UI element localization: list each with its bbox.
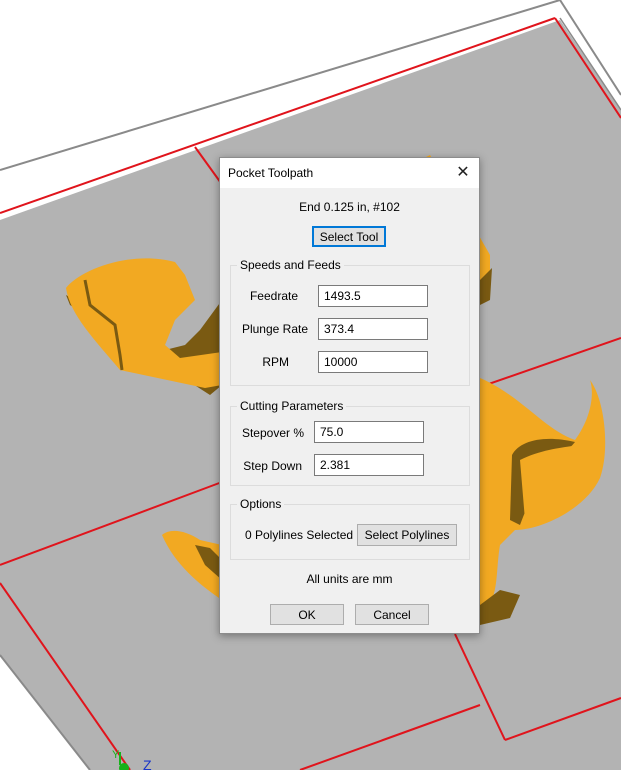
cancel-button[interactable]: Cancel xyxy=(355,604,429,625)
axis-y-label: Y xyxy=(112,749,120,761)
options-legend: Options xyxy=(237,497,285,511)
dialog-title: Pocket Toolpath xyxy=(228,166,314,180)
plunge-rate-label: Plunge Rate xyxy=(241,322,308,336)
dialog-titlebar: Pocket Toolpath ✕ xyxy=(220,158,479,188)
pocket-toolpath-dialog: Pocket Toolpath ✕ End 0.125 in, #102 Sel… xyxy=(219,157,480,634)
plunge-rate-field[interactable] xyxy=(318,318,428,340)
feedrate-field[interactable] xyxy=(318,285,428,307)
stepover-field[interactable] xyxy=(314,421,424,443)
step-down-label: Step Down xyxy=(243,459,302,473)
cutting-parameters-legend: Cutting Parameters xyxy=(237,399,347,413)
tool-description: End 0.125 in, #102 xyxy=(299,200,400,214)
axis-z-label: Z xyxy=(143,757,152,770)
options-group: Options 0 Polylines Selected Select Poly… xyxy=(230,497,470,560)
polylines-selected-text: 0 Polylines Selected xyxy=(245,528,354,542)
stepover-label: Stepover % xyxy=(241,426,304,440)
close-icon[interactable]: ✕ xyxy=(453,163,473,183)
rpm-field[interactable] xyxy=(318,351,428,373)
step-down-field[interactable] xyxy=(314,454,424,476)
feedrate-label: Feedrate xyxy=(249,289,298,303)
ok-button[interactable]: OK xyxy=(270,604,344,625)
rpm-label: RPM xyxy=(262,355,289,369)
select-tool-button[interactable]: Select Tool xyxy=(312,226,386,247)
cutting-parameters-group: Cutting Parameters Stepover % Step Down xyxy=(230,399,470,486)
speeds-and-feeds-legend: Speeds and Feeds xyxy=(237,258,344,272)
units-note: All units are mm xyxy=(306,572,393,586)
speeds-and-feeds-group: Speeds and Feeds Feedrate Plunge Rate RP… xyxy=(230,258,470,386)
select-polylines-button[interactable]: Select Polylines xyxy=(357,524,457,546)
